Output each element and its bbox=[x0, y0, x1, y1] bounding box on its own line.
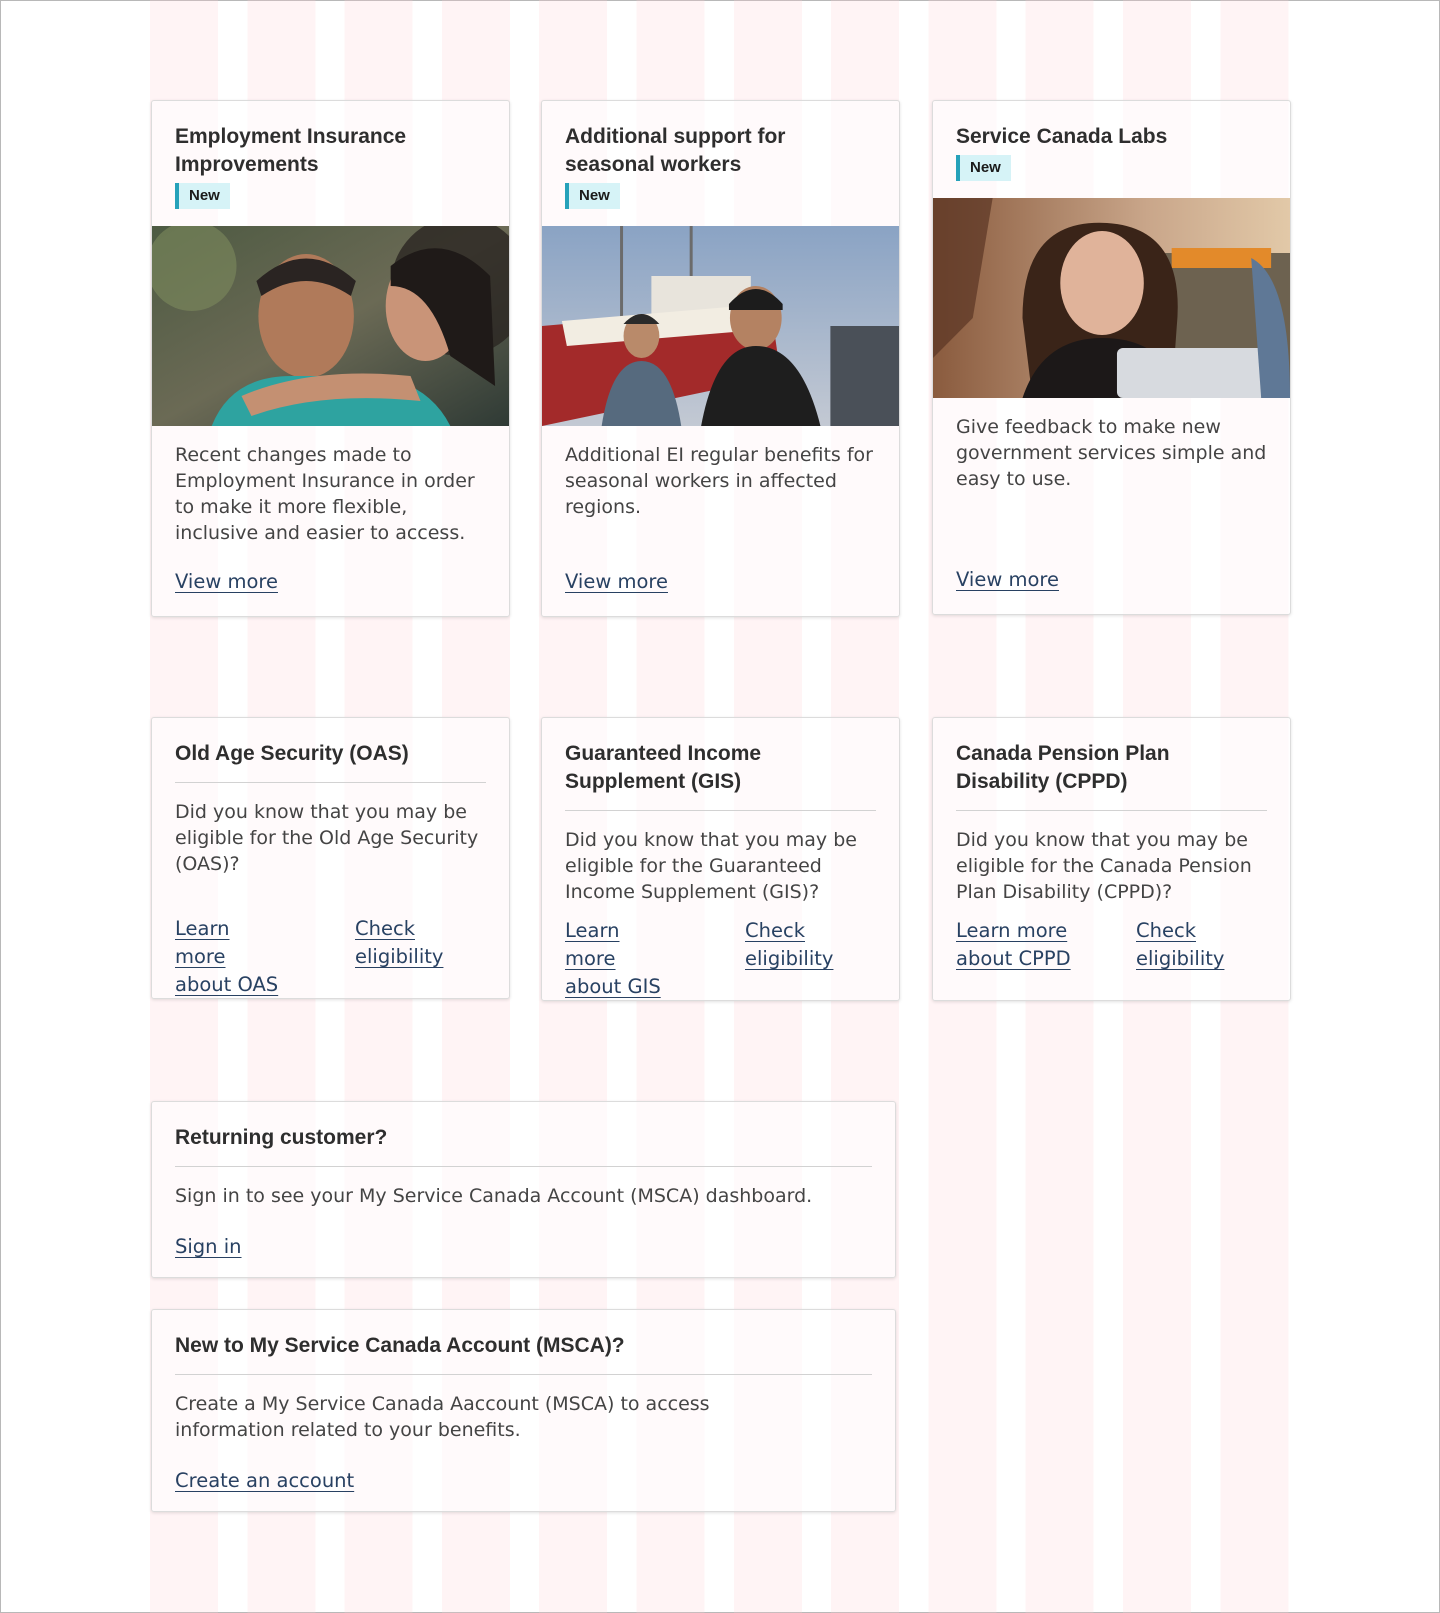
view-more-link[interactable]: View more bbox=[565, 570, 668, 593]
learn-more-cppd-link[interactable]: Learn more about CPPD bbox=[956, 917, 1076, 973]
check-eligibility-cppd-link[interactable]: Check eligibility bbox=[1136, 917, 1236, 973]
card-title: Employment Insurance Improvements bbox=[175, 125, 407, 176]
returning-customer-card: Returning customer? Sign in to see your … bbox=[151, 1101, 896, 1278]
divider bbox=[175, 1374, 872, 1375]
create-account-link[interactable]: Create an account bbox=[175, 1469, 354, 1492]
card-description: Create a My Service Canada Aaccount (MSC… bbox=[175, 1393, 710, 1441]
divider bbox=[175, 1166, 872, 1167]
learn-more-oas-link[interactable]: Learn more about OAS bbox=[175, 915, 285, 998]
card-description: Did you know that you may be eligible fo… bbox=[565, 829, 857, 903]
divider bbox=[175, 782, 486, 783]
card-title: Additional support for seasonal workers bbox=[565, 125, 786, 176]
card-description: Did you know that you may be eligible fo… bbox=[956, 829, 1252, 903]
learn-more-gis-link[interactable]: Learn more about GIS bbox=[565, 917, 675, 1000]
feature-card-service-canada-labs: Service Canada Labs New Give feedback to… bbox=[932, 100, 1291, 615]
check-eligibility-oas-link[interactable]: Check eligibility bbox=[355, 915, 455, 998]
new-badge: New bbox=[565, 183, 620, 209]
benefit-card-oas: Old Age Security (OAS) Did you know that… bbox=[151, 717, 510, 999]
card-title: New to My Service Canada Account (MSCA)? bbox=[175, 1334, 625, 1357]
card-title: Guaranteed Income Supplement (GIS) bbox=[565, 742, 762, 793]
card-description: Did you know that you may be eligible fo… bbox=[175, 801, 479, 875]
benefit-card-gis: Guaranteed Income Supplement (GIS) Did y… bbox=[541, 717, 900, 1001]
card-title: Canada Pension Plan Disability (CPPD) bbox=[956, 742, 1170, 793]
photo-two-people-embracing bbox=[152, 226, 509, 426]
card-description: Give feedback to make new government ser… bbox=[956, 416, 1267, 490]
sign-in-link[interactable]: Sign in bbox=[175, 1235, 242, 1258]
new-to-msca-card: New to My Service Canada Account (MSCA)?… bbox=[151, 1309, 896, 1512]
divider bbox=[956, 810, 1267, 811]
feature-card-seasonal-workers: Additional support for seasonal workers … bbox=[541, 100, 900, 617]
benefit-card-cppd: Canada Pension Plan Disability (CPPD) Di… bbox=[932, 717, 1291, 1001]
feature-card-ei-improvements: Employment Insurance Improvements New Re… bbox=[151, 100, 510, 617]
card-title: Old Age Security (OAS) bbox=[175, 742, 409, 765]
new-badge: New bbox=[175, 183, 230, 209]
card-description: Recent changes made to Employment Insura… bbox=[175, 444, 475, 544]
photo-woman-with-laptop bbox=[933, 198, 1290, 398]
view-more-link[interactable]: View more bbox=[175, 570, 278, 593]
card-description: Sign in to see your My Service Canada Ac… bbox=[175, 1185, 813, 1207]
check-eligibility-gis-link[interactable]: Check eligibility bbox=[745, 917, 845, 1000]
view-more-link[interactable]: View more bbox=[956, 568, 1059, 591]
card-title: Service Canada Labs bbox=[956, 125, 1168, 148]
card-description: Additional EI regular benefits for seaso… bbox=[565, 444, 873, 518]
card-title: Returning customer? bbox=[175, 1126, 388, 1149]
divider bbox=[565, 810, 876, 811]
new-badge: New bbox=[956, 155, 1011, 181]
photo-two-fishermen-by-boat bbox=[542, 226, 899, 426]
